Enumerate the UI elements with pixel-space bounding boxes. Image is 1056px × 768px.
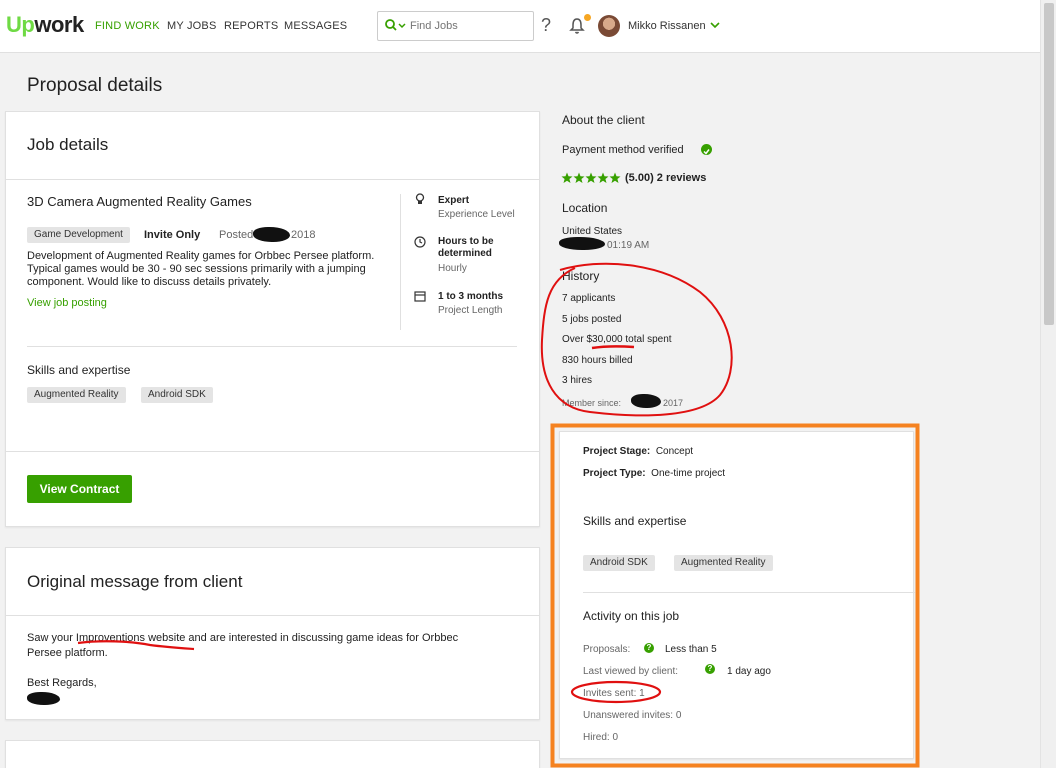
project-details-card: Project Stage: Concept Project Type: One… xyxy=(559,431,915,759)
project-length: 1 to 3 months xyxy=(438,291,504,302)
redaction-mark xyxy=(27,692,60,705)
original-message-card: Original message from client Saw your Im… xyxy=(5,547,540,720)
activity-heading: Activity on this job xyxy=(583,609,680,623)
top-navigation-bar: Upwork FIND WORK MY JOBS REPORTS MESSAGE… xyxy=(0,0,1040,53)
vertical-divider xyxy=(400,194,401,330)
divider xyxy=(6,451,539,452)
invite-only-label: Invite Only xyxy=(144,229,201,241)
location-heading: Location xyxy=(562,201,608,215)
project-type: Project Type: One-time project xyxy=(583,468,726,479)
next-card xyxy=(5,740,540,768)
posted-year: 2018 xyxy=(291,229,316,241)
message-regards: Best Regards, xyxy=(27,677,97,689)
view-job-posting-link[interactable]: View job posting xyxy=(27,297,107,310)
divider xyxy=(583,592,915,593)
history-jobs-posted: 5 jobs posted xyxy=(562,314,622,325)
view-contract-button[interactable]: View Contract xyxy=(27,475,132,503)
search-box[interactable] xyxy=(377,11,534,41)
about-client-heading: About the client xyxy=(562,113,645,127)
notification-bell-icon[interactable] xyxy=(569,17,585,35)
help-question-icon[interactable]: ? xyxy=(644,643,654,653)
nav-reports[interactable]: REPORTS xyxy=(224,20,278,32)
client-local-time: 01:19 AM xyxy=(607,240,650,251)
proposals-value: Less than 5 xyxy=(665,644,717,655)
history-hires: 3 hires xyxy=(562,375,593,386)
project-length-caption: Project Length xyxy=(438,305,503,316)
nav-find-work[interactable]: FIND WORK xyxy=(95,20,160,32)
payment-verified: Payment method verified xyxy=(562,144,684,156)
skill-tag[interactable]: Augmented Reality xyxy=(27,387,126,403)
nav-my-jobs[interactable]: MY JOBS xyxy=(167,20,217,32)
history-heading: History xyxy=(562,269,600,283)
history-applicants: 7 applicants xyxy=(562,293,616,304)
category-tag[interactable]: Game Development xyxy=(27,227,130,243)
project-stage: Project Stage: Concept xyxy=(583,446,694,457)
member-since-year: 2017 xyxy=(663,398,684,408)
divider xyxy=(6,179,539,180)
redaction-mark xyxy=(559,237,605,250)
skill-tag[interactable]: Android SDK xyxy=(141,387,213,403)
scrollbar-thumb[interactable] xyxy=(1044,3,1054,325)
last-viewed-value: 1 day ago xyxy=(727,666,771,677)
job-details-heading: Job details xyxy=(27,135,109,154)
redaction-mark xyxy=(253,227,290,242)
search-icon[interactable] xyxy=(384,18,408,34)
hours-estimate: Hours to be determined xyxy=(438,236,494,259)
redaction-mark xyxy=(631,394,661,408)
help-icon[interactable]: ? xyxy=(541,15,551,36)
upwork-logo[interactable]: Upwork xyxy=(6,12,84,38)
member-since-label: Member since: xyxy=(562,398,622,408)
unanswered-invites: Unanswered invites: 0 xyxy=(583,710,682,721)
scrollbar[interactable] xyxy=(1040,0,1056,768)
history-total-spent: Over $30,000 total spent xyxy=(562,334,672,345)
skills-heading: Skills and expertise xyxy=(27,363,131,377)
skill-tag[interactable]: Augmented Reality xyxy=(674,555,773,571)
message-line-1: Saw your Improventions website and are i… xyxy=(27,632,459,644)
history-hours-billed: 830 hours billed xyxy=(562,355,633,366)
job-details-card: Job details 3D Camera Augmented Reality … xyxy=(5,111,540,527)
rating-stars-icon xyxy=(561,172,621,183)
project-skills-heading: Skills and expertise xyxy=(583,514,687,528)
invites-sent: Invites sent: 1 xyxy=(583,688,645,699)
chevron-down-icon[interactable] xyxy=(710,21,720,29)
expert-level-icon xyxy=(415,193,425,204)
avatar[interactable] xyxy=(598,15,620,37)
divider xyxy=(27,346,517,347)
help-question-icon[interactable]: ? xyxy=(705,664,715,674)
job-title: 3D Camera Augmented Reality Games xyxy=(27,194,252,209)
message-line-2: Persee platform. xyxy=(27,647,108,659)
experience-level: Expert xyxy=(438,195,470,206)
rating-reviews: (5.00) 2 reviews xyxy=(625,172,707,184)
skill-tag[interactable]: Android SDK xyxy=(583,555,655,571)
posted-label: Posted xyxy=(219,229,254,241)
hired-count: Hired: 0 xyxy=(583,732,619,743)
notification-dot xyxy=(584,14,591,21)
page-title: Proposal details xyxy=(27,75,163,96)
user-name[interactable]: Mikko Rissanen xyxy=(628,20,706,32)
verified-check-icon xyxy=(701,144,712,155)
search-input[interactable] xyxy=(410,18,528,34)
original-message-heading: Original message from client xyxy=(27,572,243,591)
experience-level-caption: Experience Level xyxy=(438,209,515,220)
hours-type: Hourly xyxy=(438,263,467,274)
nav-messages[interactable]: MESSAGES xyxy=(284,20,347,32)
client-country: United States xyxy=(562,226,623,237)
clock-icon xyxy=(414,236,426,248)
divider xyxy=(6,615,539,616)
job-description: Development of Augmented Reality games f… xyxy=(27,250,375,288)
proposals-label: Proposals: xyxy=(583,644,631,655)
last-viewed-label: Last viewed by client: xyxy=(583,666,679,677)
calendar-icon xyxy=(414,291,426,302)
